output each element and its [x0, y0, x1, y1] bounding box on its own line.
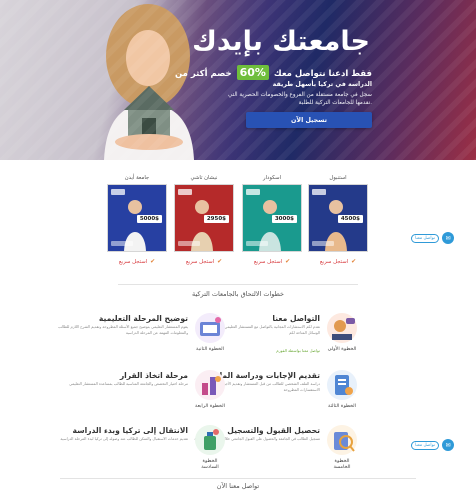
quick-register-link[interactable]: استجل سريع ✔: [242, 258, 302, 265]
university-card-uskudar[interactable]: اسكودار 3000$ استجل سريع ✔: [242, 175, 302, 265]
contact-us-label[interactable]: تواصل معنا: [411, 441, 439, 450]
hero-discount-line: فقط ادعنا نتواصل معك 60% خصم أكثر من: [175, 65, 372, 80]
contact-now-title: تواصل معنا الآن: [216, 482, 260, 490]
hero-description-1: سجل في جامعة مستقلة من الفروع والخصومات …: [227, 92, 372, 98]
contact-us-label[interactable]: تواصل معنا: [411, 234, 439, 243]
university-card-image: 4500$: [308, 184, 368, 252]
check-icon: ✔: [285, 258, 291, 265]
register-now-button[interactable]: تسجيل الآن: [246, 112, 372, 128]
discount-badge: 60%: [236, 65, 269, 80]
hero-subtitle: الدراسة في تركيا بأسهل طريقة: [272, 81, 372, 88]
contact-form-link[interactable]: تواصل معنا بواسطة الفورم: [276, 348, 320, 353]
check-icon: ✔: [150, 258, 156, 265]
document-review-icon: [327, 370, 357, 400]
check-icon: ✔: [351, 258, 357, 265]
price-tag: 5000$: [136, 215, 162, 223]
university-card-nisantasi[interactable]: نيشان تاشي 2950$ استجل سريع ✔: [174, 175, 234, 265]
section-title: خطوات الالتحاق بالجامعات التركية: [191, 290, 285, 298]
quick-register-link[interactable]: استجل سريع ✔: [174, 258, 234, 265]
price-tag: 3000$: [271, 215, 297, 223]
quick-register-link[interactable]: استجل سريع ✔: [107, 258, 167, 265]
university-card-image: 3000$: [242, 184, 302, 252]
registration-icon: [327, 425, 357, 455]
decision-icon: [195, 370, 225, 400]
price-tag: 4500$: [337, 215, 363, 223]
university-card-istanbul[interactable]: استنبول 4500$ استجل سريع ✔: [308, 175, 368, 265]
chat-icon[interactable]: ✉: [442, 232, 454, 244]
university-card-image: 5000$: [107, 184, 167, 252]
hero-banner: جامعتك بإيدك فقط ادعنا نتواصل معك 60% خص…: [0, 0, 476, 160]
divider: [60, 478, 416, 479]
university-card-image: 2950$: [174, 184, 234, 252]
hero-description-2: نقدمها للجامعات التركية للطلبة.: [298, 100, 372, 106]
divider: [118, 284, 358, 285]
check-icon: ✔: [217, 258, 223, 265]
travel-icon: [195, 425, 225, 455]
hero-title: جامعتك بإيدك: [192, 26, 370, 57]
contact-icon: [327, 313, 357, 343]
university-card-aydin[interactable]: جامعة أيدن 5000$ استجل سريع ✔: [107, 175, 167, 265]
step-2: الخطوة الثانية توضيح المرحلة التعليمية ي…: [56, 312, 226, 364]
student-holding-building-image: [104, 4, 194, 160]
step-6: الخطوة السادسة الانتقال إلى تركيا وبدء ا…: [56, 424, 226, 476]
step-4: الخطوة الرابعة مرحلة اتخاذ القرار مرحلة …: [69, 370, 225, 409]
quick-register-link[interactable]: استجل سريع ✔: [308, 258, 368, 265]
education-icon: [195, 313, 225, 343]
chat-icon[interactable]: ✉: [442, 439, 454, 451]
price-tag: 2950$: [203, 215, 229, 223]
